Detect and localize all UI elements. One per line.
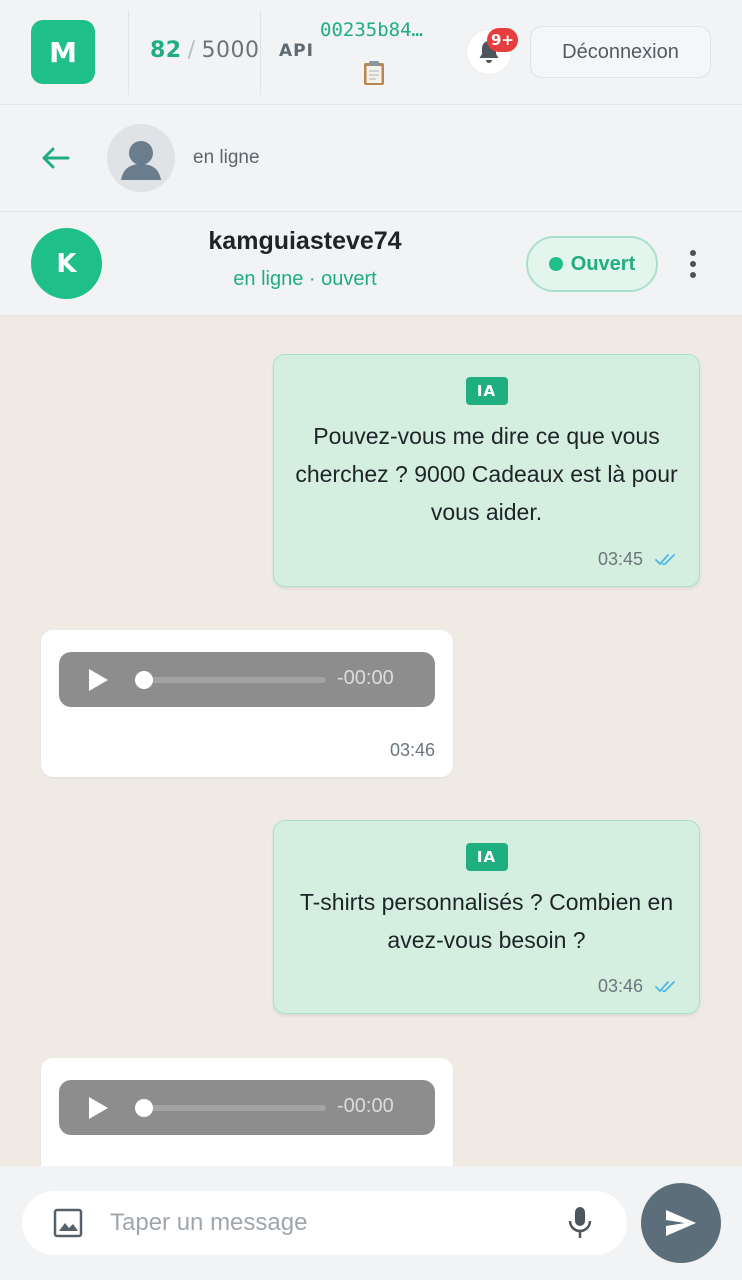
send-icon	[666, 1210, 696, 1236]
app-logo[interactable]: M	[31, 20, 95, 84]
quota-used: 82	[150, 38, 182, 63]
audio-progress-track[interactable]	[141, 677, 326, 683]
message-time: 03:45	[597, 549, 643, 569]
message-list[interactable]: IA Pouvez-vous me dire ce que vous cherc…	[0, 316, 742, 1166]
message-text: Pouvez-vous me dire ce que vous cherchez…	[295, 423, 678, 525]
audio-scrubber-handle[interactable]	[135, 1099, 153, 1117]
image-icon[interactable]	[52, 1207, 84, 1239]
divider	[128, 10, 129, 95]
double-check-icon	[655, 553, 675, 565]
quota-total: 5000	[201, 38, 260, 63]
message-bubble-incoming: -00:00 03:46	[41, 630, 453, 777]
audio-player[interactable]: -00:00	[59, 652, 435, 707]
top-bar: M 82/5000 API 00235b84… 9+ Déconnexion	[0, 0, 742, 105]
audio-player[interactable]: -00:00	[59, 1080, 435, 1135]
message-time: 03:46	[597, 976, 643, 996]
logout-button[interactable]: Déconnexion	[530, 26, 711, 78]
audio-remaining-time: -00:00	[337, 667, 394, 689]
message-meta: 03:46	[598, 976, 679, 997]
notification-count-badge: 9+	[487, 28, 519, 52]
back-arrow-icon[interactable]	[40, 146, 70, 170]
audio-remaining-time: -00:00	[337, 1095, 394, 1117]
contact-name: kamguiasteve74	[208, 227, 402, 255]
message-time: 03:46	[389, 740, 435, 760]
clipboard-icon[interactable]	[362, 60, 386, 86]
audio-scrubber-handle[interactable]	[135, 671, 153, 689]
microphone-icon[interactable]	[567, 1205, 593, 1241]
avatar[interactable]	[107, 124, 175, 192]
user-silhouette-icon	[121, 141, 161, 180]
divider	[260, 10, 261, 95]
message-bubble-outgoing: IA T-shirts personnalisés ? Combien en a…	[273, 820, 700, 1014]
message-input[interactable]	[110, 1201, 550, 1245]
message-bubble-outgoing: IA Pouvez-vous me dire ce que vous cherc…	[273, 354, 700, 587]
contact-header: K kamguiasteve74 en ligne · ouvert Ouver…	[0, 212, 742, 316]
double-check-icon	[655, 980, 675, 992]
kebab-menu-icon[interactable]	[684, 248, 702, 280]
presence-status: en ligne	[193, 147, 260, 168]
status-label: Ouvert	[570, 252, 636, 275]
conversation-status-button[interactable]: Ouvert	[526, 236, 658, 292]
ai-tag: IA	[465, 377, 508, 405]
message-meta: 03:45	[598, 549, 679, 570]
contact-avatar[interactable]: K	[31, 228, 102, 299]
api-key[interactable]: 00235b84…	[320, 19, 423, 41]
ai-tag: IA	[465, 843, 508, 871]
message-text: T-shirts personnalisés ? Combien en avez…	[299, 889, 674, 953]
play-icon[interactable]	[86, 667, 110, 693]
play-icon[interactable]	[86, 1095, 110, 1121]
message-bubble-incoming: -00:00	[41, 1058, 453, 1166]
message-input-container	[22, 1191, 627, 1255]
status-dot-icon	[548, 257, 563, 271]
message-quota: 82/5000	[150, 38, 260, 63]
api-label: API	[279, 41, 314, 61]
chat-nav-bar: en ligne	[0, 105, 742, 212]
message-composer	[0, 1166, 742, 1280]
audio-progress-track[interactable]	[141, 1105, 326, 1111]
send-button[interactable]	[641, 1183, 721, 1263]
contact-status-line: en ligne · ouvert	[233, 268, 377, 290]
quota-separator: /	[187, 38, 196, 63]
